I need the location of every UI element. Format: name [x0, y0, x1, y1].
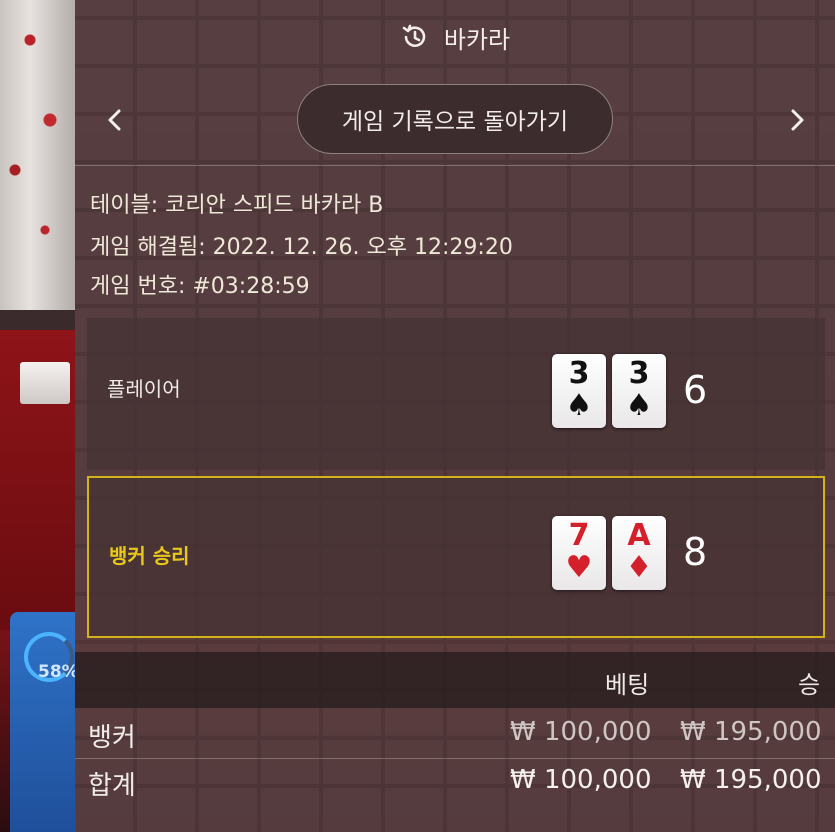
results-table-header: 베팅 승 [75, 652, 835, 708]
banker-card-1: 7 ♥ [552, 516, 606, 590]
banker-card-2: A ♦ [612, 516, 666, 590]
player-label: 플레이어 [107, 377, 181, 401]
card-rank: 3 [568, 356, 590, 391]
back-to-history-button[interactable]: 게임 기록으로 돌아가기 [297, 84, 613, 154]
table-row: 뱅커 ₩ 100,000 ₩ 195,000 [75, 710, 835, 759]
page-title: 바카라 [443, 25, 511, 54]
row-label: 합계 [88, 771, 136, 801]
banker-hand-row: 뱅커 승리 7 ♥ A ♦ 8 [87, 476, 825, 638]
banker-score: 8 [683, 530, 708, 574]
background-card-shoe [20, 362, 70, 404]
history-icon [400, 22, 430, 52]
game-history-panel: 바카라 게임 기록으로 돌아가기 테이블: 코리안 스피드 바카라 B 게임 해… [75, 0, 835, 832]
win-amount: ₩ 195,000 [680, 717, 822, 747]
history-navigation: 게임 기록으로 돌아가기 [75, 74, 835, 166]
row-label: 뱅커 [88, 723, 136, 753]
spade-icon: ♠ [565, 388, 593, 423]
win-column-header: 승 [798, 671, 821, 699]
banker-win-label: 뱅커 승리 [109, 544, 190, 568]
bet-column-header: 베팅 [605, 671, 650, 699]
game-resolved-time: 게임 해결됨: 2022. 12. 26. 오후 12:29:20 [90, 235, 513, 260]
card-rank: 7 [568, 518, 590, 553]
player-card-2: 3 ♠ [612, 354, 666, 428]
diamond-icon: ♦ [625, 550, 653, 585]
table-name: 테이블: 코리안 스피드 바카라 B [90, 193, 384, 218]
spade-icon: ♠ [625, 388, 653, 423]
bet-amount: ₩ 100,000 [510, 717, 652, 747]
table-row-total: 합계 ₩ 100,000 ₩ 195,000 [75, 758, 835, 806]
title-bar: 바카라 [75, 0, 835, 74]
win-amount: ₩ 195,000 [680, 765, 822, 795]
chevron-right-icon[interactable] [779, 102, 815, 138]
card-rank: A [627, 518, 651, 553]
player-score: 6 [683, 368, 708, 412]
player-hand-row: 플레이어 3 ♠ 3 ♠ 6 [87, 318, 825, 470]
player-card-1: 3 ♠ [552, 354, 606, 428]
bet-amount: ₩ 100,000 [510, 765, 652, 795]
game-round-number: 게임 번호: #03:28:59 [90, 274, 310, 299]
chevron-left-icon[interactable] [97, 102, 133, 138]
heart-icon: ♥ [565, 550, 593, 585]
card-rank: 3 [628, 356, 650, 391]
timer-percent: 58% [38, 662, 79, 682]
background-decor-panel [0, 0, 75, 310]
